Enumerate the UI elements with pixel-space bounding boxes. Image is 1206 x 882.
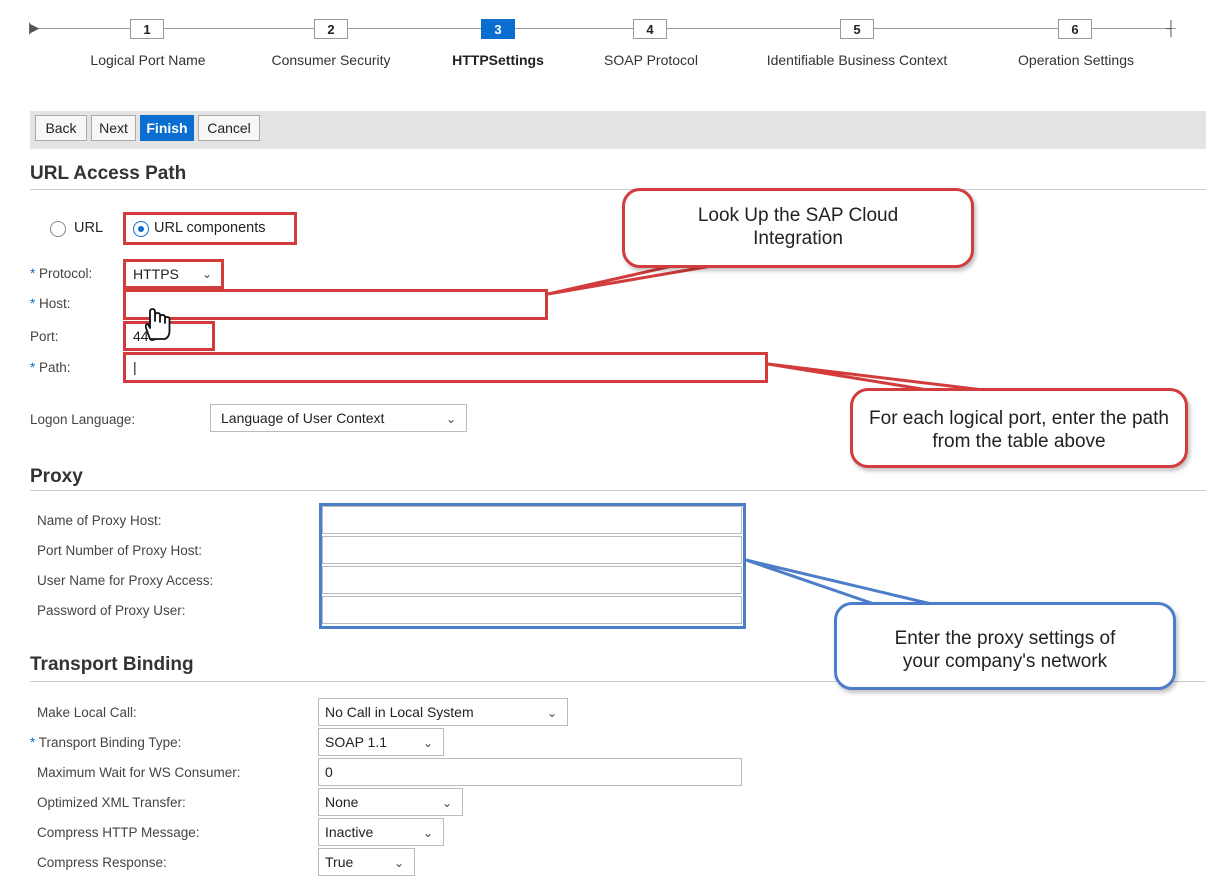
callout-lookup-cloud-integration: Look Up the SAP Cloud Integration: [622, 188, 974, 268]
callout-proxy-settings: Enter the proxy settings of your company…: [834, 602, 1176, 690]
callout-enter-path: For each logical port, enter the path fr…: [850, 388, 1188, 468]
